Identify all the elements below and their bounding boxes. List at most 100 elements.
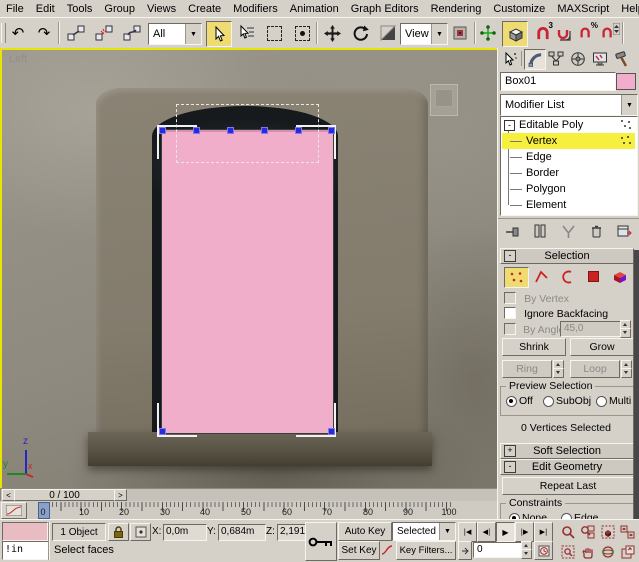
zoom-extents-all-icon[interactable]: [618, 522, 637, 541]
by-angle-spinner[interactable]: [620, 320, 629, 336]
box01-object[interactable]: [161, 129, 334, 434]
key-mode-toggle[interactable]: [458, 541, 472, 560]
zoom-all-icon[interactable]: [578, 522, 597, 541]
object-color-swatch[interactable]: [616, 73, 636, 90]
grow-button[interactable]: Grow: [570, 338, 634, 356]
object-name-field[interactable]: Box01: [500, 72, 616, 91]
menu-edit[interactable]: Edit: [30, 3, 61, 15]
loop-button[interactable]: Loop: [570, 360, 620, 378]
soft-selection-rollout-header[interactable]: + Soft Selection: [500, 443, 634, 459]
go-to-start-button[interactable]: |◀: [458, 522, 477, 542]
set-key-button[interactable]: Set Key: [338, 541, 380, 560]
next-frame-button[interactable]: >: [114, 489, 127, 501]
vertex-handle[interactable]: [328, 428, 335, 435]
chevron-down-icon[interactable]: ▼: [621, 95, 637, 115]
panel-scrollbar[interactable]: [633, 250, 639, 519]
tab-display[interactable]: [590, 49, 610, 68]
selection-rollout-header[interactable]: - Selection: [500, 248, 634, 264]
select-and-manipulate-button[interactable]: [478, 21, 498, 45]
undo-icon[interactable]: ↶: [6, 21, 30, 45]
selection-filter-dropdown[interactable]: All ▼: [148, 23, 202, 45]
z-coordinate-field[interactable]: 2,191m: [277, 524, 308, 541]
rectangular-selection-region-button[interactable]: [262, 21, 286, 45]
menu-views[interactable]: Views: [141, 3, 182, 15]
pan-hand-icon[interactable]: [578, 542, 597, 561]
pin-stack-button[interactable]: [500, 222, 524, 240]
loop-spinner[interactable]: [621, 360, 630, 376]
stack-row-polygon[interactable]: Polygon: [502, 181, 634, 197]
zoom-icon[interactable]: [558, 522, 577, 541]
tab-create[interactable]: [500, 49, 520, 68]
chevron-down-icon[interactable]: ▼: [439, 523, 455, 540]
select-and-rotate-button[interactable]: [348, 21, 372, 45]
edge-subobject-button[interactable]: [530, 267, 553, 286]
time-slider-thumb[interactable]: 0 / 100: [14, 489, 115, 501]
show-end-result-button[interactable]: [528, 222, 552, 240]
time-configuration-button[interactable]: [534, 541, 553, 560]
time-slider-track[interactable]: < 0 / 100 >: [0, 488, 499, 502]
make-unique-button[interactable]: [556, 222, 580, 240]
menu-group[interactable]: Group: [98, 3, 141, 15]
preview-off-radio[interactable]: [506, 396, 517, 407]
vertex-handle[interactable]: [159, 428, 166, 435]
ring-button[interactable]: Ring: [502, 360, 552, 378]
menu-customize[interactable]: Customize: [487, 3, 551, 15]
by-angle-checkbox[interactable]: [504, 323, 516, 335]
menu-maxscript[interactable]: MAXScript: [551, 3, 615, 15]
snaps-toggle-3d-button[interactable]: [502, 21, 528, 47]
menu-help[interactable]: Help: [615, 3, 639, 15]
menu-create[interactable]: Create: [182, 3, 227, 15]
unlink-selection-icon[interactable]: [92, 21, 116, 45]
preview-subobj-radio[interactable]: [543, 396, 554, 407]
region-zoom-icon[interactable]: [558, 542, 577, 561]
remove-modifier-button[interactable]: [584, 222, 608, 240]
configure-modifier-sets-button[interactable]: [612, 222, 636, 240]
reference-coordinate-system-dropdown[interactable]: View ▼: [400, 23, 448, 45]
set-keys-button[interactable]: [305, 522, 337, 561]
edit-geometry-rollout-header[interactable]: - Edit Geometry: [500, 459, 634, 475]
stack-row-vertex[interactable]: Vertex: [502, 133, 634, 149]
y-coordinate-field[interactable]: 0,684m: [218, 524, 266, 541]
tree-collapse-icon[interactable]: -: [504, 120, 515, 131]
percent-snap-toggle[interactable]: %: [574, 21, 598, 45]
select-by-name-button[interactable]: [234, 21, 258, 45]
x-coordinate-field[interactable]: 0,0m: [163, 524, 207, 541]
select-and-link-icon[interactable]: [64, 21, 88, 45]
vertex-handle[interactable]: [159, 127, 166, 134]
stack-row-edge[interactable]: Edge: [502, 149, 634, 165]
chevron-down-icon[interactable]: ▼: [185, 24, 201, 44]
vertex-handle[interactable]: [328, 127, 335, 134]
previous-frame-button[interactable]: ◀|: [477, 522, 496, 542]
arc-rotate-icon[interactable]: [598, 542, 617, 561]
key-filters-button[interactable]: Key Filters...: [396, 541, 456, 560]
polygon-subobject-button[interactable]: [582, 267, 605, 286]
collapse-icon[interactable]: -: [504, 461, 516, 473]
spinner-snap-toggle[interactable]: [596, 21, 620, 45]
preview-multi-radio[interactable]: [596, 396, 607, 407]
track-bar[interactable]: 0 10 20 30 40 50 60 70 80 90 100: [0, 501, 497, 520]
element-subobject-button[interactable]: [608, 267, 631, 286]
menu-animation[interactable]: Animation: [284, 3, 345, 15]
viewport-label[interactable]: Left: [9, 53, 27, 65]
chevron-down-icon[interactable]: ▼: [431, 24, 447, 44]
tab-utilities[interactable]: [612, 49, 632, 68]
ignore-backfacing-checkbox[interactable]: [504, 307, 516, 319]
collapse-icon[interactable]: -: [504, 250, 516, 262]
tab-motion[interactable]: [568, 49, 588, 68]
menu-rendering[interactable]: Rendering: [425, 3, 488, 15]
vertex-subobject-button[interactable]: [504, 267, 529, 288]
angle-snap-toggle[interactable]: [552, 21, 576, 45]
auto-key-button[interactable]: Auto Key: [338, 522, 392, 541]
macro-recorder-pane[interactable]: [2, 522, 48, 541]
select-and-scale-button[interactable]: [376, 21, 400, 45]
shrink-button[interactable]: Shrink: [502, 338, 566, 356]
open-mini-curve-editor-button[interactable]: [1, 502, 27, 519]
expand-icon[interactable]: +: [504, 445, 516, 457]
tab-modify[interactable]: [524, 49, 546, 70]
menu-tools[interactable]: Tools: [61, 3, 99, 15]
go-to-end-button[interactable]: ▶|: [534, 522, 553, 542]
by-angle-field[interactable]: 45,0: [560, 321, 621, 337]
viewport-left[interactable]: z y x Left: [0, 48, 501, 492]
maxscript-mini-listener[interactable]: !in: [2, 541, 50, 560]
frame-spinner[interactable]: [521, 541, 530, 557]
